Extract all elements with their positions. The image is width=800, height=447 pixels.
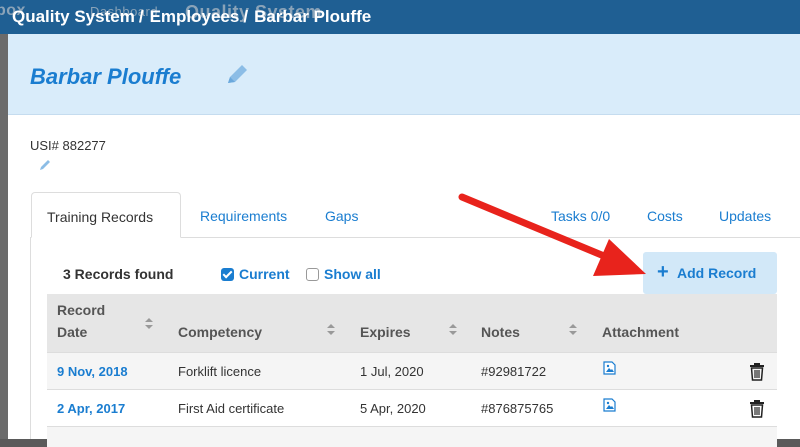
backdrop-overlay	[0, 34, 8, 439]
modal-header: Barbar Plouffe	[8, 34, 800, 115]
competency-cell: First Aid certificate	[178, 401, 285, 416]
header-competency[interactable]: Competency	[178, 324, 262, 340]
add-record-button[interactable]: + Add Record	[643, 252, 777, 294]
show-all-filter-label[interactable]: Show all	[324, 266, 381, 282]
table-row: 2 Apr, 2017 First Aid certificate 5 Apr,…	[47, 389, 777, 427]
plus-icon: +	[657, 261, 669, 283]
header-notes[interactable]: Notes	[481, 324, 520, 340]
header-expires[interactable]: Expires	[360, 324, 411, 340]
sort-expires-icon[interactable]	[449, 324, 457, 336]
header-attachment: Attachment	[602, 324, 680, 340]
employee-modal: Barbar Plouffe USI# 882277 Training Reco…	[8, 34, 800, 447]
header-record-date-line1[interactable]: Record	[57, 302, 105, 318]
usi-number: USI# 882277	[30, 138, 106, 153]
sort-notes-icon[interactable]	[569, 324, 577, 336]
edit-pencil-icon[interactable]	[223, 61, 251, 89]
breadcrumb: Quality System / Employees / Barbar Plouffe	[12, 7, 371, 27]
trash-icon[interactable]	[749, 363, 765, 381]
record-date-link[interactable]: 9 Nov, 2018	[57, 364, 128, 379]
tab-training-records[interactable]: Training Records	[31, 192, 181, 238]
breadcrumb-current: Barbar Plouffe	[254, 7, 372, 26]
tab-requirements[interactable]: Requirements	[200, 208, 287, 224]
expires-cell: 5 Apr, 2020	[360, 401, 426, 416]
image-file-icon[interactable]	[603, 361, 616, 375]
sort-competency-icon[interactable]	[327, 324, 335, 336]
training-records-panel: 3 Records found Current Show all + Add R…	[30, 238, 800, 447]
breadcrumb-quality-system[interactable]: Quality System	[12, 7, 135, 26]
tab-updates[interactable]: Updates	[719, 208, 771, 224]
competency-cell: Forklift licence	[178, 364, 262, 379]
records-count: 3 Records found	[63, 266, 174, 282]
notes-cell: #876875765	[481, 401, 554, 416]
trash-icon[interactable]	[749, 400, 765, 418]
header-record-date-line2[interactable]: Date	[57, 324, 87, 340]
expires-cell: 1 Jul, 2020	[360, 364, 424, 379]
add-record-label: Add Record	[677, 265, 757, 281]
tab-costs[interactable]: Costs	[647, 208, 683, 224]
tab-training-records-label: Training Records	[47, 209, 154, 225]
image-file-icon[interactable]	[603, 398, 616, 412]
tab-tasks[interactable]: Tasks 0/0	[551, 208, 610, 224]
sort-record-date-icon[interactable]	[145, 318, 153, 330]
breadcrumb-separator: /	[138, 7, 144, 26]
table-row: 9 Nov, 2018 Forklift licence 1 Jul, 2020…	[47, 352, 777, 390]
breadcrumb-employees[interactable]: Employees	[150, 7, 240, 26]
show-all-checkbox[interactable]	[306, 268, 319, 281]
table-header: Record Date Competency Expires Notes Att…	[47, 294, 777, 352]
breadcrumb-separator: /	[243, 7, 249, 26]
current-filter-label[interactable]: Current	[239, 266, 290, 282]
app-topbar: box Dashboard Quality System Quality Sys…	[0, 0, 800, 34]
current-checkbox[interactable]	[221, 268, 234, 281]
employee-name: Barbar Plouffe	[30, 64, 182, 89]
record-date-link[interactable]: 2 Apr, 2017	[57, 401, 125, 416]
table-row	[47, 426, 777, 447]
edit-usi-pencil-icon[interactable]	[38, 158, 52, 172]
notes-cell: #92981722	[481, 364, 547, 379]
tab-gaps[interactable]: Gaps	[325, 208, 358, 224]
